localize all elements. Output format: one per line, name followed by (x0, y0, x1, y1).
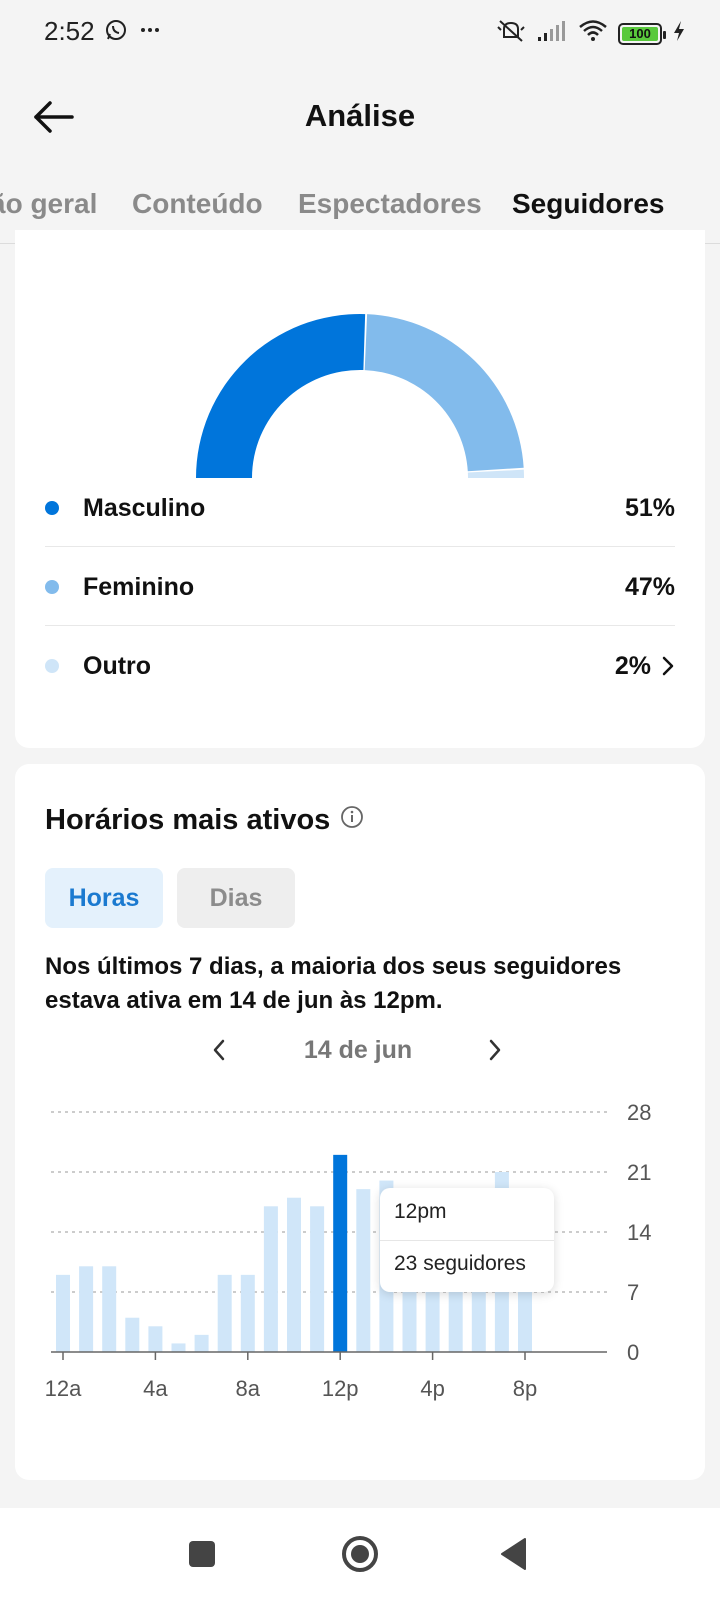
y-tick-label: 14 (627, 1220, 651, 1245)
charging-icon (672, 20, 686, 47)
active-hours-bar-chart: 0 7 14 21 28 12a 4a 8a 12p 4p 8p (45, 1100, 652, 1401)
status-right-icons: 100 (496, 18, 686, 49)
y-tick-label: 0 (627, 1340, 639, 1365)
x-tick-label: 4a (143, 1376, 168, 1401)
battery-icon: 100 (618, 22, 666, 45)
signal-icon (536, 19, 568, 48)
x-tick-label: 8p (513, 1376, 537, 1401)
legend-row-male: Masculino 51% (45, 468, 675, 548)
wifi-icon (578, 19, 608, 48)
chart-bar[interactable] (56, 1274, 70, 1352)
back-nav-button[interactable] (490, 1532, 538, 1580)
x-tick-label: 12p (322, 1376, 359, 1401)
chart-bar[interactable] (148, 1326, 163, 1352)
tab-content[interactable]: Conteúdo (132, 188, 263, 220)
y-tick-label: 7 (627, 1280, 639, 1305)
legend-value: 51% (624, 493, 675, 522)
legend-row-other[interactable]: Outro 2% (45, 626, 675, 706)
gender-donut-chart (196, 313, 524, 478)
status-time: 2:52 (44, 16, 95, 46)
chart-bar[interactable] (102, 1266, 117, 1352)
status-left-icons (104, 18, 162, 47)
tooltip-time: 12pm (394, 1200, 447, 1223)
chart-bar[interactable] (79, 1266, 94, 1352)
legend-dot-male (45, 501, 59, 515)
legend-row-female: Feminino 47% (45, 547, 675, 627)
mute-icon (496, 18, 526, 49)
app-header: Análise (0, 64, 720, 174)
back-icon (499, 1537, 529, 1576)
chart-bar[interactable] (310, 1206, 325, 1352)
tab-viewers[interactable]: Espectadores (298, 188, 482, 220)
tooltip-count: 23 seguidores (394, 1252, 526, 1275)
chevron-right-icon (661, 655, 675, 677)
donut-segment-female (364, 314, 524, 472)
legend-dot-other (45, 659, 59, 673)
legend-label: Outro (83, 651, 152, 680)
legend-label: Feminino (83, 572, 195, 601)
home-icon (340, 1534, 380, 1579)
status-bar: 2:52 100 (0, 0, 720, 64)
recents-icon (188, 1540, 216, 1573)
tab-overview[interactable]: ão geral (0, 188, 97, 220)
legend-value: 2% (614, 651, 651, 680)
whatsapp-icon (104, 18, 128, 47)
y-tick-label: 21 (627, 1160, 651, 1185)
chart-bar[interactable] (263, 1206, 278, 1352)
chart-bar[interactable] (287, 1197, 301, 1352)
more-icon (138, 18, 162, 47)
system-nav-bar (0, 1508, 720, 1600)
legend-value: 47% (624, 572, 675, 601)
chart-bar[interactable] (240, 1274, 255, 1352)
x-tick-label: 12a (45, 1376, 82, 1401)
chart-tooltip: 12pm 23 seguidores (380, 1188, 554, 1292)
legend-label: Masculino (83, 493, 206, 522)
y-tick-label: 28 (627, 1100, 651, 1125)
chart-bar[interactable] (171, 1343, 186, 1352)
gender-card: Masculino 51% Feminino 47% Outro 2% (15, 230, 705, 748)
recents-button[interactable] (178, 1532, 226, 1580)
tab-followers[interactable]: Seguidores (512, 188, 664, 220)
x-tick-label: 8a (236, 1376, 261, 1401)
battery-level: 100 (622, 26, 658, 41)
legend-dot-female (45, 580, 59, 594)
x-tick-label: 4p (420, 1376, 444, 1401)
chart-bar[interactable] (356, 1189, 371, 1352)
chart-bar[interactable] (125, 1317, 140, 1352)
donut-segment-male (196, 313, 366, 478)
chart-bar[interactable] (333, 1154, 348, 1352)
page-title: Análise (304, 98, 416, 133)
active-times-card: Horários mais ativos Horas Dias Nos últi… (15, 764, 705, 1480)
home-button[interactable] (336, 1532, 384, 1580)
chart-bar[interactable] (194, 1334, 209, 1352)
chart-bar[interactable] (217, 1274, 232, 1352)
